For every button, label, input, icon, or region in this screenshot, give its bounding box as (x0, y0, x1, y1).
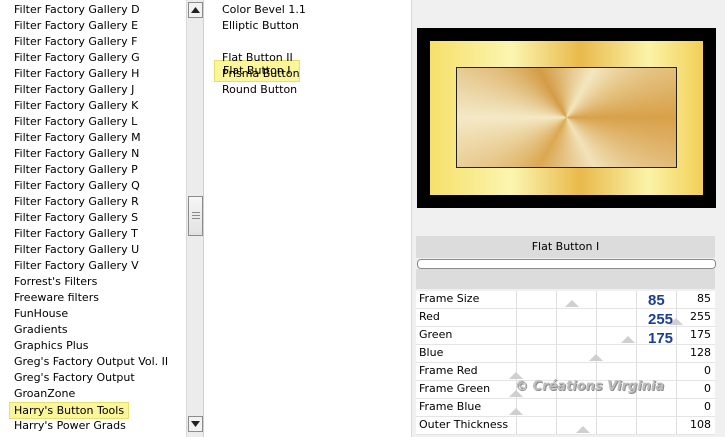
param-value: 255 (690, 310, 711, 323)
category-item[interactable]: Filter Factory Gallery G (14, 50, 140, 66)
param-name: Red (419, 310, 440, 323)
arrow-up-icon (191, 7, 200, 13)
category-item[interactable]: Filter Factory Gallery R (14, 194, 139, 210)
param-slider[interactable] (509, 363, 677, 380)
category-item[interactable]: Filter Factory Gallery H (14, 66, 139, 82)
param-row[interactable]: Outer Thickness 108 (416, 417, 715, 435)
category-item[interactable]: Filter Factory Gallery P (14, 162, 138, 178)
category-item[interactable]: Filter Factory Gallery V (14, 258, 139, 274)
preview-button-center (456, 67, 677, 168)
param-row[interactable]: Frame Size 85 (416, 291, 715, 309)
filter-title: Flat Button I (416, 236, 715, 258)
param-name: Outer Thickness (419, 418, 509, 431)
slider-thumb[interactable] (576, 426, 591, 433)
effect-item[interactable]: Round Button (222, 82, 297, 98)
preview-frame (430, 41, 703, 195)
annotated-value: 255 (648, 311, 674, 328)
filter-settings-panel: Flat Button I Frame Size 85 Red 255 Green 175… (412, 0, 725, 437)
param-name: Blue (419, 346, 444, 359)
title-strip (416, 269, 715, 289)
effect-item[interactable]: Elliptic Button (222, 18, 299, 34)
slider-thumb[interactable] (509, 372, 523, 379)
param-value: 128 (690, 346, 711, 359)
category-item[interactable]: Freeware filters (14, 290, 99, 306)
slider-thumb[interactable] (589, 354, 603, 361)
param-slider[interactable] (516, 417, 677, 434)
scroll-thumb[interactable] (188, 196, 203, 236)
category-item[interactable]: Greg's Factory Output Vol. II (14, 354, 168, 370)
category-item[interactable]: Filter Factory Gallery E (14, 18, 138, 34)
watermark-text: © Créations Virginia (515, 379, 665, 394)
param-name: Frame Blue (419, 400, 482, 413)
category-item[interactable]: FunHouse (14, 306, 68, 322)
param-name: Frame Red (419, 364, 478, 377)
effect-item[interactable]: Prisma Button (222, 66, 300, 82)
category-item[interactable]: Graphics Plus (14, 338, 88, 354)
category-item[interactable]: Filter Factory Gallery K (14, 98, 138, 114)
param-slider[interactable] (516, 345, 677, 362)
param-name: Frame Size (419, 292, 480, 305)
category-item[interactable]: Harry's Button Tools (9, 402, 130, 419)
category-item[interactable]: Filter Factory Gallery L (14, 114, 137, 130)
category-list[interactable]: Filter Factory Gallery D Filter Factory G… (0, 0, 186, 437)
slider-thumb[interactable] (621, 336, 635, 343)
category-item[interactable]: Filter Factory Gallery Q (14, 178, 140, 194)
slider-thumb[interactable] (509, 408, 523, 415)
param-name: Frame Green (419, 382, 491, 395)
category-item[interactable]: Filter Factory Gallery J (14, 82, 134, 98)
param-slider[interactable] (509, 399, 677, 416)
category-item[interactable]: Filter Factory Gallery U (14, 242, 139, 258)
category-item[interactable]: Filter Factory Gallery N (14, 146, 139, 162)
scroll-up-button[interactable] (188, 2, 203, 18)
param-value: 0 (704, 382, 711, 395)
param-value: 175 (690, 328, 711, 341)
preview-image (417, 28, 716, 208)
progress-bar (417, 259, 716, 269)
category-item[interactable]: Filter Factory Gallery T (14, 226, 138, 242)
effect-item[interactable]: Flat Button II (222, 50, 293, 66)
category-item[interactable]: Gradients (14, 322, 68, 338)
category-item[interactable]: Filter Factory Gallery D (14, 2, 140, 18)
category-item[interactable]: Forrest's Filters (14, 274, 97, 290)
effect-list[interactable]: Color Bevel 1.1 Elliptic Button Flat Butto… (208, 0, 412, 437)
param-value: 85 (697, 292, 711, 305)
scroll-down-button[interactable] (188, 416, 203, 432)
annotated-value: 85 (648, 292, 665, 309)
category-item[interactable]: Filter Factory Gallery M (14, 130, 141, 146)
arrow-down-icon (191, 421, 200, 427)
category-item[interactable]: GroanZone (14, 386, 75, 402)
slider-thumb[interactable] (565, 300, 579, 307)
category-item[interactable]: Harry's Power Grads (14, 418, 126, 434)
effect-item[interactable]: Color Bevel 1.1 (222, 2, 306, 18)
param-value: 108 (690, 418, 711, 431)
category-scrollbar[interactable] (186, 0, 204, 437)
param-row[interactable]: Blue 128 (416, 345, 715, 363)
param-value: 0 (704, 364, 711, 377)
category-item[interactable]: Filter Factory Gallery F (14, 34, 137, 50)
category-item[interactable]: Filter Factory Gallery S (14, 210, 138, 226)
param-row[interactable]: Frame Blue 0 (416, 399, 715, 417)
param-name: Green (419, 328, 453, 341)
param-value: 0 (704, 400, 711, 413)
annotated-value: 175 (648, 330, 674, 347)
category-item[interactable]: Greg's Factory Output (14, 370, 135, 386)
